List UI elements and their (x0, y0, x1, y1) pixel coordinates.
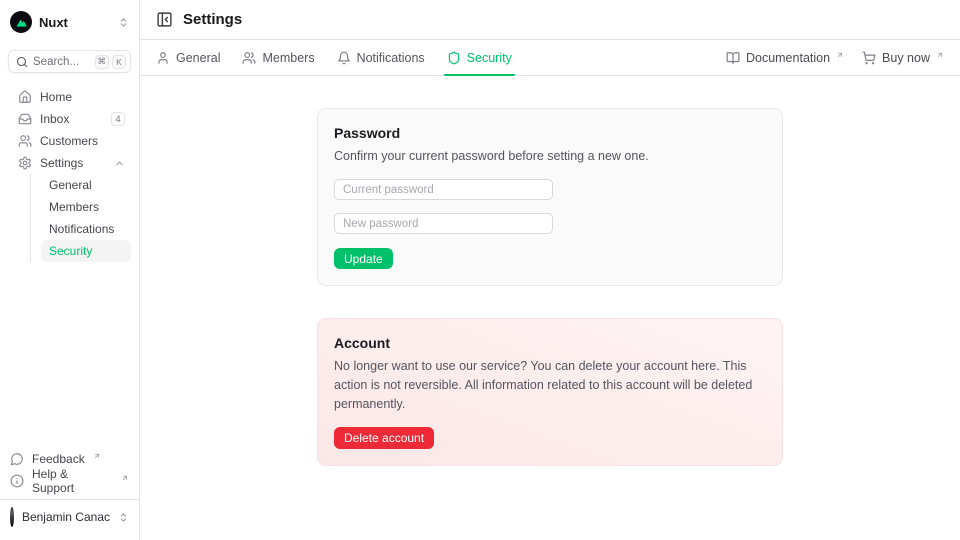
sidebar-item-inbox[interactable]: Inbox 4 (8, 108, 131, 130)
current-password-input[interactable] (343, 184, 544, 196)
tab-label: Security (467, 51, 512, 65)
user-name: Benjamin Canac (22, 510, 110, 524)
nuxt-logo-icon (10, 11, 32, 33)
cart-icon (862, 51, 876, 65)
external-link-icon (936, 51, 944, 59)
search-input[interactable]: Search... ⌘ K (8, 50, 131, 73)
search-icon (16, 56, 28, 68)
buy-now-label: Buy now (882, 51, 930, 65)
sidebar-footer: Feedback Help & Support (8, 449, 131, 499)
sidebar-item-label: Home (40, 90, 125, 104)
sidebar: Nuxt Search... ⌘ K Home (0, 0, 140, 540)
account-card-description: No longer want to use our service? You c… (334, 357, 766, 414)
info-icon (10, 474, 24, 488)
buy-now-link[interactable]: Buy now (862, 51, 944, 65)
chevrons-up-down-icon (118, 512, 129, 523)
external-link-icon (121, 474, 129, 482)
settings-security-content: Password Confirm your current password b… (140, 76, 960, 540)
sidebar-item-label: Settings (40, 156, 106, 170)
chevrons-up-down-icon (118, 17, 129, 28)
help-support-label: Help & Support (32, 467, 113, 495)
book-icon (726, 51, 740, 65)
sub-item-label: Security (49, 244, 92, 258)
home-icon (18, 90, 32, 104)
header-links: Documentation Buy now (726, 51, 944, 65)
sidebar-item-label: Inbox (40, 112, 103, 126)
password-card-description: Confirm your current password before set… (334, 147, 766, 166)
search-placeholder: Search... (33, 56, 90, 68)
password-card-title: Password (334, 125, 766, 141)
sidebar-item-members[interactable]: Members (41, 196, 131, 218)
sidebar-item-security[interactable]: Security (41, 240, 131, 262)
kbd-k: K (112, 55, 126, 69)
page-header: Settings (140, 0, 960, 40)
account-card: Account No longer want to use our servic… (317, 318, 783, 466)
sub-item-label: General (49, 178, 92, 192)
new-password-field-wrap (334, 213, 553, 234)
tab-members[interactable]: Members (242, 40, 314, 75)
tab-notifications[interactable]: Notifications (337, 40, 425, 75)
panel-left-close-icon[interactable] (156, 11, 173, 28)
user-icon (156, 51, 170, 65)
bell-icon (337, 51, 351, 65)
external-link-icon (836, 51, 844, 59)
sub-item-label: Members (49, 200, 99, 214)
delete-account-button[interactable]: Delete account (334, 427, 434, 449)
tab-label: Notifications (357, 51, 425, 65)
user-menu[interactable]: Benjamin Canac (0, 499, 139, 532)
feedback-label: Feedback (32, 452, 85, 466)
workspace-switcher[interactable]: Nuxt (8, 8, 131, 36)
page-title: Settings (183, 11, 242, 28)
external-link-icon (93, 452, 101, 460)
tabbar: General Members Notifications Security (140, 40, 960, 76)
kbd-cmd: ⌘ (95, 55, 110, 69)
gear-icon (18, 156, 32, 170)
tab-label: Members (262, 51, 314, 65)
sidebar-item-label: Customers (40, 134, 125, 148)
sidebar-nav: Home Inbox 4 Customers Settings (8, 86, 131, 449)
current-password-field-wrap (334, 179, 553, 200)
sidebar-item-customers[interactable]: Customers (8, 130, 131, 152)
search-shortcut: ⌘ K (95, 55, 127, 69)
app: Nuxt Search... ⌘ K Home (0, 0, 960, 540)
inbox-icon (18, 112, 32, 126)
inbox-count-badge: 4 (111, 112, 125, 126)
users-icon (242, 51, 256, 65)
shield-icon (447, 51, 461, 65)
main: Settings General Members Notifications (140, 0, 960, 540)
tab-general[interactable]: General (156, 40, 220, 75)
settings-subnav: General Members Notifications Security (30, 174, 131, 262)
account-card-title: Account (334, 335, 766, 351)
users-icon (18, 134, 32, 148)
password-card: Password Confirm your current password b… (317, 108, 783, 286)
avatar (10, 507, 14, 527)
sidebar-item-general[interactable]: General (41, 174, 131, 196)
tab-label: General (176, 51, 220, 65)
tab-security[interactable]: Security (447, 40, 512, 75)
documentation-link[interactable]: Documentation (726, 51, 844, 65)
sidebar-item-notifications[interactable]: Notifications (41, 218, 131, 240)
feedback-link[interactable]: Feedback (8, 449, 131, 469)
help-support-link[interactable]: Help & Support (8, 471, 131, 491)
workspace-name: Nuxt (39, 15, 68, 30)
sidebar-item-settings[interactable]: Settings (8, 152, 131, 174)
chevron-up-icon (114, 158, 125, 169)
documentation-label: Documentation (746, 51, 830, 65)
sub-item-label: Notifications (49, 222, 114, 236)
update-button[interactable]: Update (334, 248, 393, 269)
sidebar-item-home[interactable]: Home (8, 86, 131, 108)
chat-bubble-icon (10, 452, 24, 466)
new-password-input[interactable] (343, 218, 544, 230)
